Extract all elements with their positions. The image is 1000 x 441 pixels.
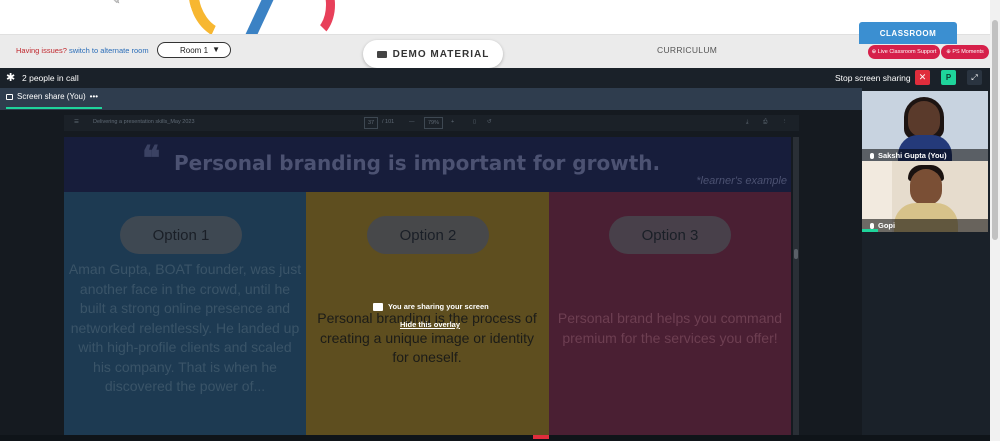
participant-video-face [908,101,940,137]
share-tabbar: Screen share (You) ••• [0,88,862,110]
ps-moments-button[interactable]: ⊕ PS Moments [941,45,989,59]
menu-icon[interactable]: ☰ [74,119,79,125]
tab-screen-share[interactable]: Screen share (You) ••• [6,92,98,101]
participants-panel: Sakshi Gupta (You) Gopi [862,88,990,441]
screen-share-area: ☰ Delivering a presentation skills_May 2… [0,110,862,441]
demo-material-button[interactable]: DEMO MATERIAL [363,40,503,68]
fullscreen-icon[interactable]: ⤢ [967,70,982,85]
option-column-2: Option 2 Personal branding is the proces… [306,192,549,441]
slide-title: Personal branding is important for growt… [174,151,661,175]
alternate-room-link[interactable]: switch to alternate room [69,46,149,55]
print-icon[interactable]: ⎙ [763,119,767,126]
option-column-3: Option 3 Personal brand helps you comman… [549,192,791,441]
option-badge: Option 2 [367,216,489,254]
zoom-in-button[interactable]: + [451,119,454,125]
participant-label: Gopi [862,219,988,232]
live-support-button[interactable]: ⊕ Live Classroom Support [868,45,940,59]
slide-header: ❝ Personal branding is important for gro… [64,137,791,192]
edit-icon[interactable]: ✎ [112,0,120,7]
participant-name: Gopi [878,221,896,230]
pdf-toolbar: ☰ Delivering a presentation skills_May 2… [64,115,799,131]
curriculum-tab[interactable]: CURRICULUM [657,45,717,55]
screen-share-icon [373,302,383,311]
overlay-text: You are sharing your screen [388,302,489,311]
doc-title: Delivering a presentation skills_May 202… [93,119,195,125]
live-support-label: Live Classroom Support [877,49,937,55]
page-total: / 101 [382,119,395,125]
option-text: Personal brand helps you command premium… [557,310,783,346]
rotate-icon[interactable]: ↺ [487,119,492,125]
bottom-toolbar [0,435,990,441]
monitor-icon [6,93,13,100]
classroom-tab[interactable]: CLASSROOM [859,22,957,44]
slide-subtitle: *learner's example [696,175,787,187]
issues-notice: Having issues? switch to alternate room [16,46,149,55]
sharing-overlay-message: You are sharing your screen [373,302,489,311]
more-options-icon[interactable]: ••• [90,92,98,101]
people-count: 2 people in call [22,73,79,83]
page-input[interactable]: 37 [364,117,379,129]
room-select-value: Room 1 [180,45,209,55]
ps-moments-label: PS Moments [952,49,984,55]
download-icon[interactable]: ⤓ [746,119,748,126]
pdf-scrollbar[interactable] [793,137,799,441]
zoom-out-button[interactable]: — [409,119,415,125]
app-root: ✎ Having issues? switch to alternate roo… [0,0,1000,441]
tab-label: Screen share (You) [17,92,86,101]
folder-icon [376,50,387,58]
active-tab-indicator [6,107,102,109]
zoom-level[interactable]: 79% [424,117,444,129]
participant-tile[interactable]: Gopi [862,161,988,232]
microphone-icon [870,222,874,229]
classroom-header: Having issues? switch to alternate room … [0,22,990,68]
page-scrollbar-thumb[interactable] [992,20,998,240]
meeting-container: ✱ 2 people in call Stop screen sharing ✕… [0,68,990,441]
more-vert-icon[interactable]: ⋮ [782,119,788,125]
option-badge: Option 3 [609,216,731,254]
page-scrollbar[interactable] [990,0,1000,441]
end-call-button[interactable] [533,435,549,439]
demo-material-label: DEMO MATERIAL [392,48,490,60]
option-text: Aman Gupta, BOAT founder, was just anoth… [68,261,302,394]
participant-name: Sakshi Gupta (You) [878,151,947,160]
participant-avatar-button[interactable]: P [941,70,956,85]
microphone-icon [870,152,874,159]
option-badge: Option 1 [120,216,242,254]
option-text: Personal branding is the process of crea… [317,310,537,365]
fit-page-icon[interactable]: ▯ [473,119,476,125]
audio-level-indicator [862,229,878,232]
participant-tile[interactable]: Sakshi Gupta (You) [862,91,988,162]
stop-sharing-button[interactable]: ✕ [915,70,930,85]
participant-video-face [910,169,942,205]
stop-sharing-label[interactable]: Stop screen sharing [835,73,911,83]
logo-red-arc [285,0,335,34]
quote-icon: ❝ [142,139,161,179]
issues-text: Having issues? [16,46,67,55]
top-strip: ✎ [0,0,1000,34]
hide-overlay-link[interactable]: Hide this overlay [400,320,460,329]
pdf-scrollbar-thumb[interactable] [794,249,798,259]
option-column-1: Option 1 Aman Gupta, BOAT founder, was j… [64,192,306,441]
gear-icon[interactable]: ✱ [6,71,15,84]
presentation-slide: ❝ Personal branding is important for gro… [64,137,791,441]
caret-down-icon: ▼ [212,45,220,54]
room-select[interactable]: Room 1 ▼ [157,42,231,58]
call-bar: ✱ 2 people in call Stop screen sharing ✕… [0,68,990,88]
